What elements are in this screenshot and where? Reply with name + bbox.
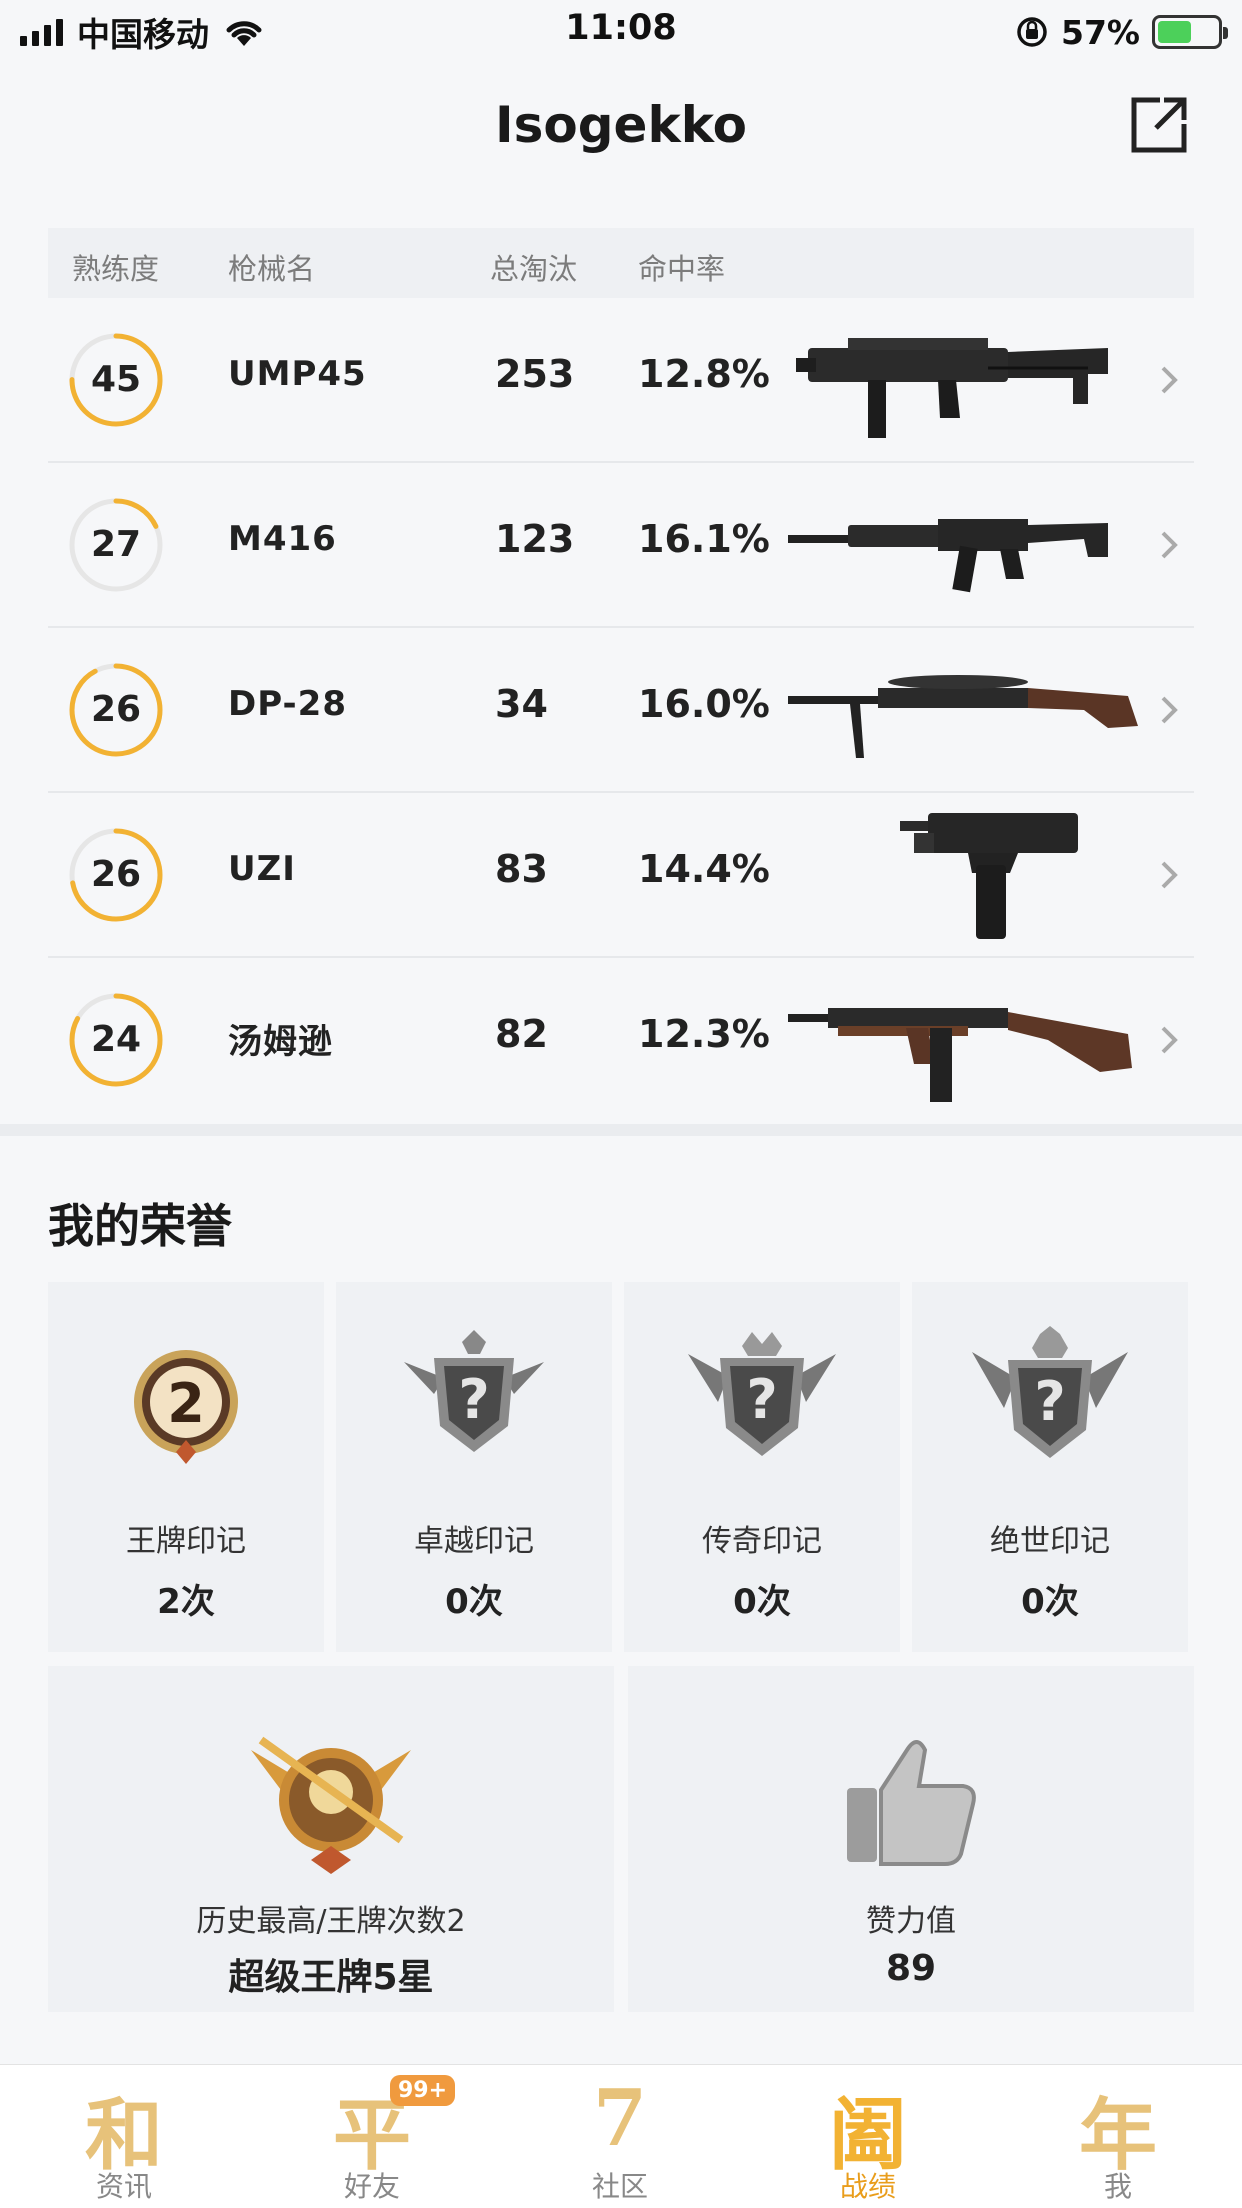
honor-badge-excellence[interactable]: ? 卓越印记 0次	[336, 1282, 612, 1652]
chevron-right-icon	[1161, 861, 1178, 889]
tab-community[interactable]: 7 社区	[496, 2065, 744, 2208]
weapon-list: 45 UMP45 253 12.8% 27 M416 123 16.1% 26 …	[48, 298, 1194, 1123]
column-mastery: 熟练度	[72, 252, 160, 286]
likes-value: 89	[885, 1948, 937, 1989]
mastery-level: 24	[90, 1019, 142, 1060]
chevron-right-icon	[1161, 366, 1178, 394]
svg-text:?: ?	[746, 1368, 777, 1431]
tab-news[interactable]: 和 资讯	[0, 2065, 248, 2208]
community-tab-icon: 7	[592, 2073, 648, 2164]
chevron-right-icon	[1161, 1026, 1178, 1054]
weapon-accuracy: 16.0%	[638, 682, 770, 726]
weapon-table-header: 熟练度 枪械名 总淘汰 命中率	[48, 228, 1194, 298]
weapon-accuracy: 12.8%	[638, 352, 770, 396]
weapon-kills: 83	[495, 847, 548, 891]
weapon-row[interactable]: 45 UMP45 253 12.8%	[48, 298, 1194, 463]
rotation-lock-icon	[1017, 17, 1047, 47]
uzi-gun-icon	[900, 813, 1078, 939]
weapon-row[interactable]: 26 UZI 83 14.4%	[48, 793, 1194, 958]
weapon-accuracy: 16.1%	[638, 517, 770, 561]
excellence-mark-icon: ?	[404, 1330, 544, 1452]
badge-label: 卓越印记	[414, 1524, 534, 1559]
honor-badge-ace[interactable]: 2 王牌印记 2次	[48, 1282, 324, 1652]
badge-count: 0次	[445, 1582, 503, 1622]
battery-level	[1158, 21, 1192, 43]
column-accuracy: 命中率	[638, 252, 726, 286]
chevron-right-icon	[1161, 696, 1178, 724]
highest-tier-label: 历史最高/王牌次数2	[196, 1904, 466, 1939]
likes-label: 赞力值	[866, 1904, 956, 1939]
badge-count: 0次	[1021, 1582, 1079, 1622]
weapon-kills: 123	[495, 517, 575, 561]
svg-text:?: ?	[1034, 1370, 1065, 1433]
bottom-tab-bar: 和 资讯 平 99+ 好友 7 社区 阖 战绩 年 我	[0, 2064, 1242, 2208]
badge-label: 绝世印记	[990, 1524, 1110, 1559]
thumbs-up-icon	[847, 1740, 976, 1866]
tab-label: 我	[1103, 2170, 1132, 2203]
notification-badge: 99+	[390, 2075, 456, 2106]
badge-count: 2次	[157, 1582, 215, 1622]
column-total-kills: 总淘汰	[490, 252, 578, 286]
highest-tier-value: 超级王牌5星	[228, 1957, 434, 1998]
weapon-name: DP-28	[228, 684, 347, 724]
peerless-mark-icon: ?	[972, 1326, 1128, 1458]
battery-icon	[1152, 15, 1228, 49]
weapon-kills: 34	[495, 682, 548, 726]
battery-percentage: 57%	[1061, 12, 1140, 52]
m416-gun-icon	[788, 519, 1108, 593]
tab-label: 社区	[591, 2170, 648, 2203]
tab-friends[interactable]: 平 99+ 好友	[248, 2065, 496, 2208]
ump45-gun-icon	[796, 338, 1108, 438]
weapon-name: M416	[228, 519, 337, 559]
tab-me[interactable]: 年 我	[994, 2065, 1242, 2208]
weapon-name: UMP45	[228, 354, 367, 394]
mastery-level: 45	[90, 359, 142, 400]
highest-tier-card[interactable]: 历史最高/王牌次数2 超级王牌5星	[48, 1666, 614, 2012]
honors-title: 我的荣誉	[48, 1199, 232, 1253]
thompson-gun-icon	[788, 1008, 1132, 1102]
tab-label: 战绩	[839, 2170, 896, 2203]
tab-label: 好友	[343, 2170, 400, 2203]
weapon-accuracy: 12.3%	[638, 1012, 770, 1056]
header: Isogekko	[0, 62, 1242, 192]
dp28-gun-icon	[788, 675, 1138, 758]
ace-mark-icon: 2	[134, 1350, 238, 1464]
chevron-right-icon	[1161, 531, 1178, 559]
mastery-level: 26	[90, 689, 142, 730]
weapon-name: UZI	[228, 849, 296, 889]
mastery-level: 27	[90, 524, 142, 565]
column-weapon-name: 枪械名	[228, 252, 316, 286]
tab-label: 资讯	[95, 2170, 152, 2203]
share-external-icon[interactable]	[1126, 92, 1192, 158]
super-ace-tier-icon	[251, 1736, 411, 1874]
svg-text:?: ?	[458, 1368, 489, 1431]
weapon-row[interactable]: 27 M416 123 16.1%	[48, 463, 1194, 628]
weapon-accuracy: 14.4%	[638, 847, 770, 891]
weapon-kills: 253	[495, 352, 575, 396]
status-bar: 中国移动 11:08 57%	[0, 0, 1242, 62]
svg-text:2: 2	[167, 1372, 205, 1435]
weapon-row[interactable]: 24 汤姆逊 82 12.3%	[48, 958, 1194, 1123]
page-title: Isogekko	[495, 96, 747, 154]
weapon-row[interactable]: 26 DP-28 34 16.0%	[48, 628, 1194, 793]
likes-card[interactable]: 赞力值 89	[628, 1666, 1194, 2012]
badge-label: 王牌印记	[126, 1524, 246, 1559]
honor-badge-peerless[interactable]: ? 绝世印记 0次	[912, 1282, 1188, 1652]
section-divider	[0, 1124, 1242, 1136]
weapon-name: 汤姆逊	[228, 1022, 333, 1062]
badge-count: 0次	[733, 1582, 791, 1622]
mastery-level: 26	[90, 854, 142, 895]
badge-label: 传奇印记	[702, 1524, 822, 1559]
honor-badge-legend[interactable]: ? 传奇印记 0次	[624, 1282, 900, 1652]
weapon-kills: 82	[495, 1012, 548, 1056]
tab-records[interactable]: 阖 战绩	[744, 2065, 992, 2208]
legend-mark-icon: ?	[688, 1332, 836, 1456]
